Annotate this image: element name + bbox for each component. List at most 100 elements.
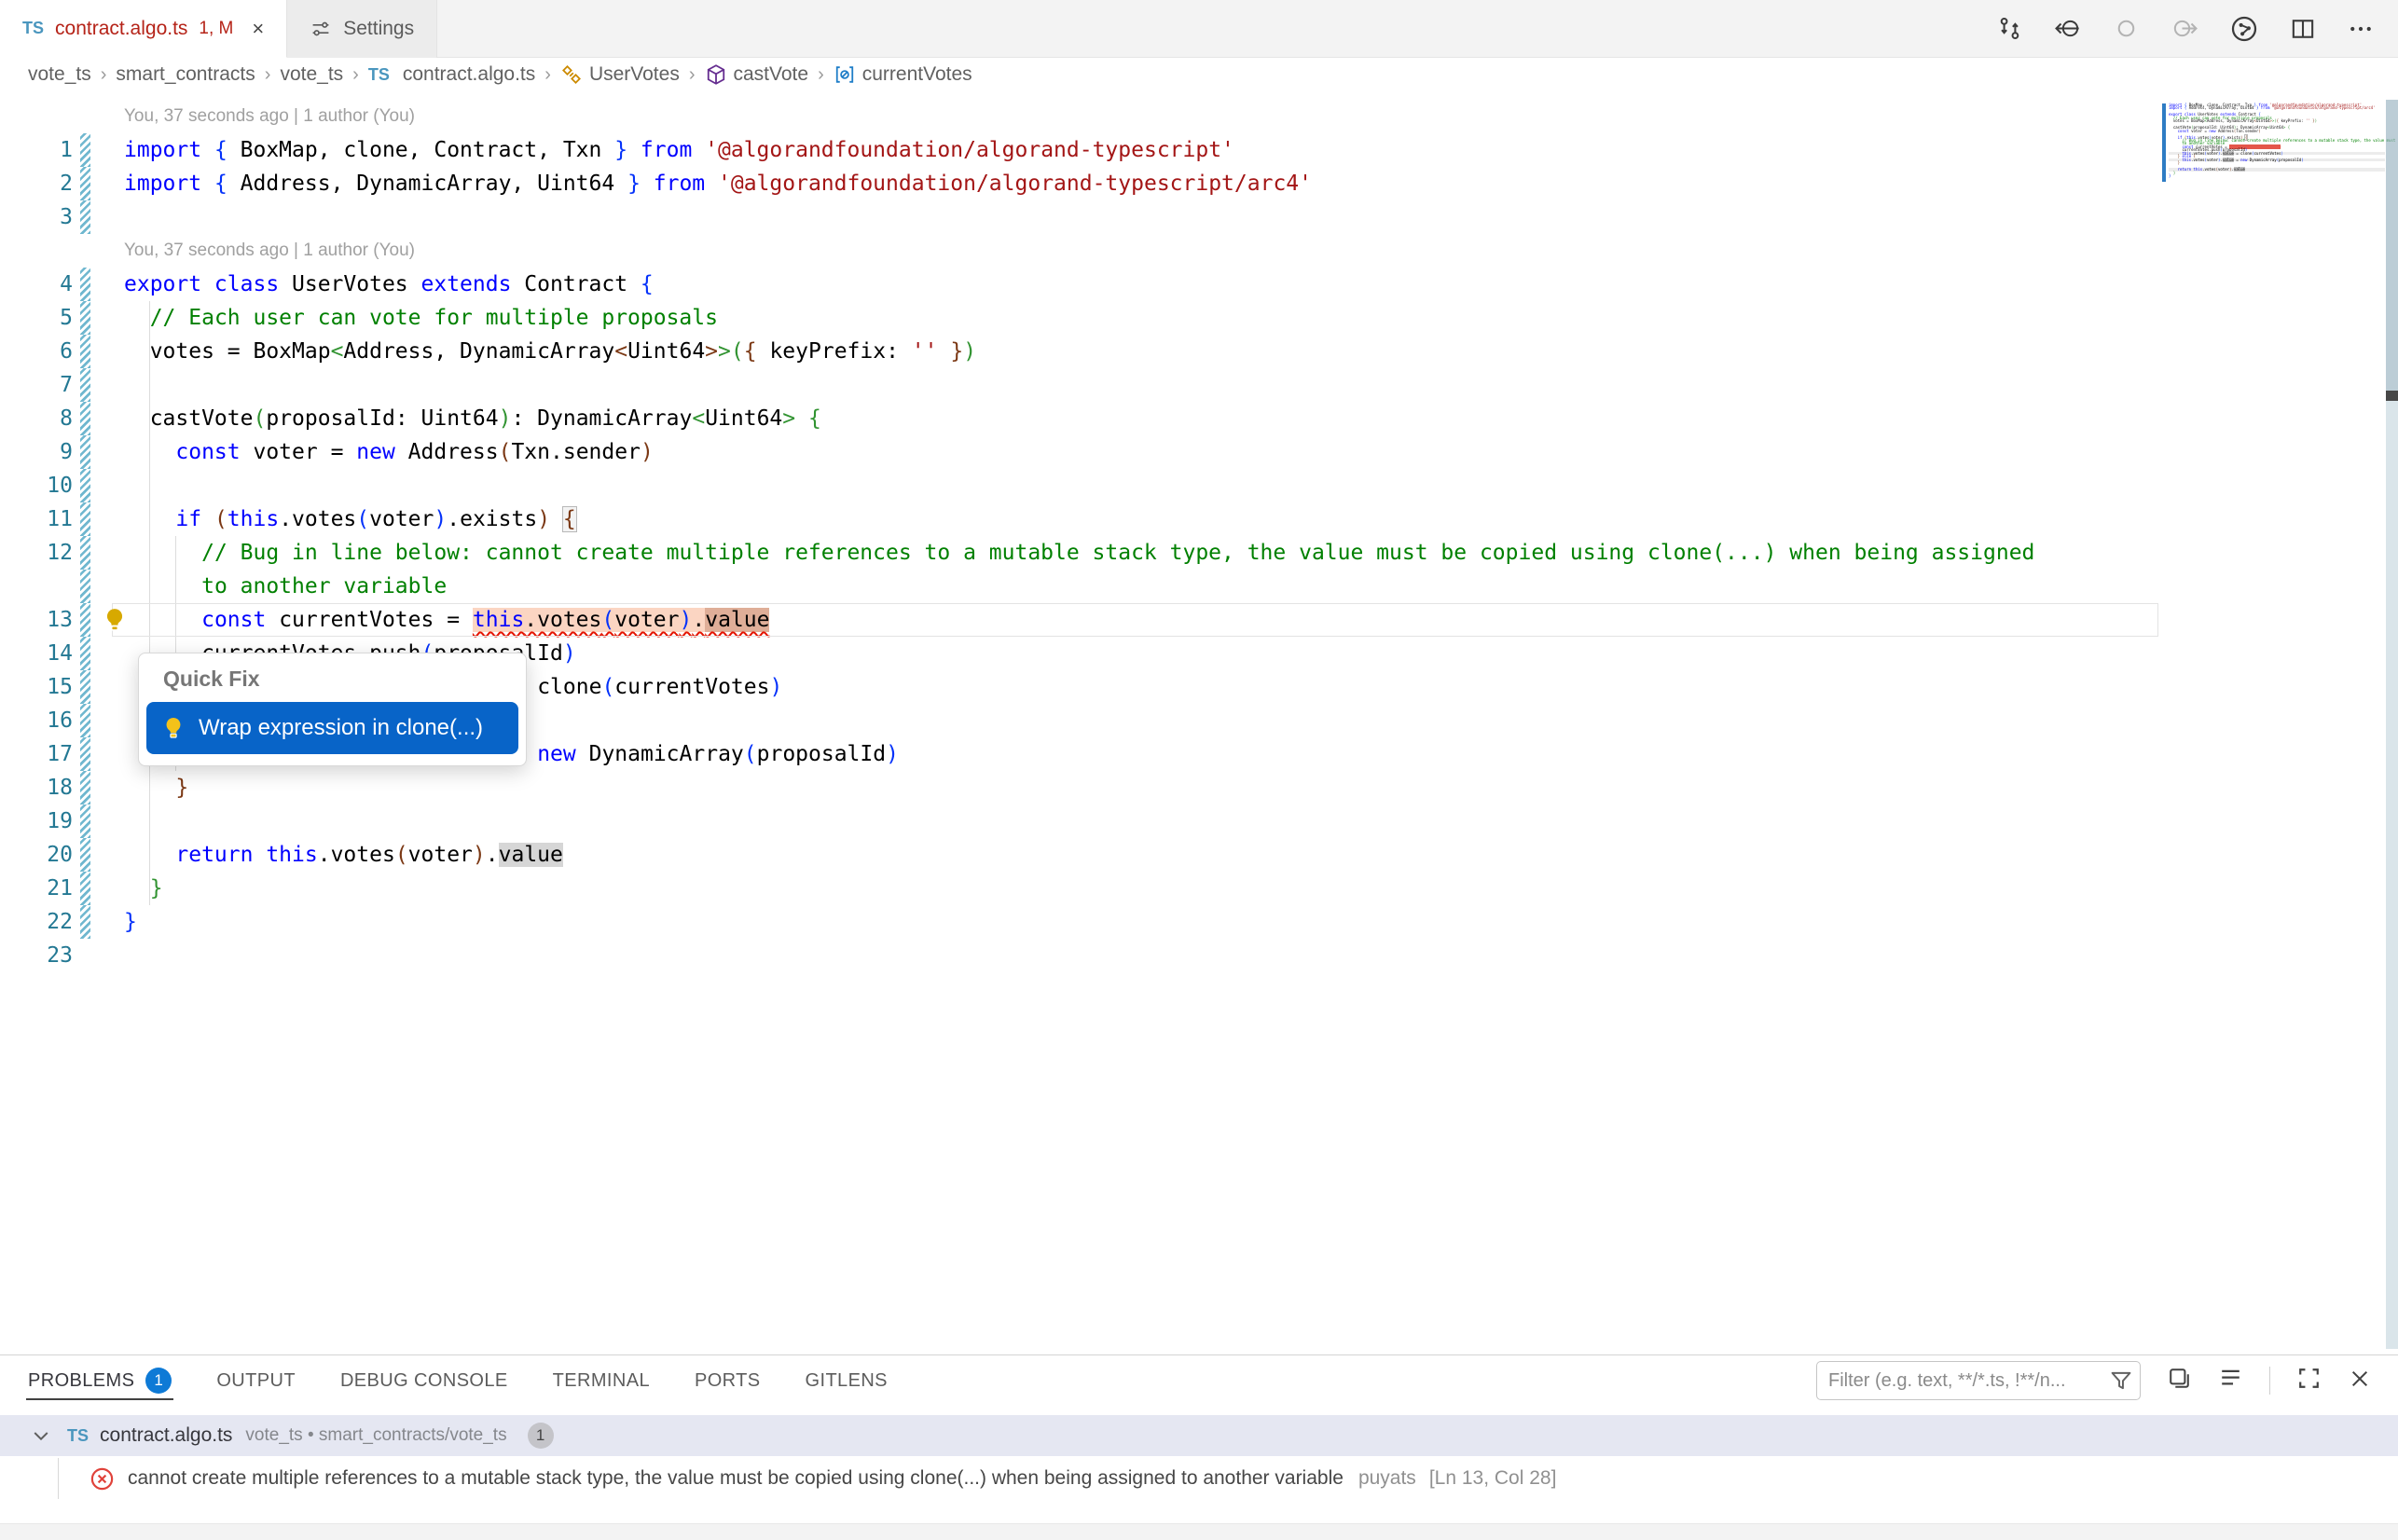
line-number[interactable]: 14 [0,637,73,670]
line-number[interactable]: 7 [0,368,73,402]
line-number[interactable] [0,570,73,603]
code-line[interactable]: votes = BoxMap<Address, DynamicArray<Uin… [124,335,976,368]
line-number[interactable]: 18 [0,771,73,804]
panel-tab-problems[interactable]: PROBLEMS1 [28,1355,172,1406]
code-row[interactable]: 22} [0,905,2160,939]
more-actions-icon[interactable] [2348,16,2374,42]
close-panel-icon[interactable] [2348,1367,2372,1396]
gitlens-blame-row[interactable]: You, 37 seconds ago | 1 author (You) [0,234,2160,268]
code-row[interactable]: 13 const currentVotes = this.votes(voter… [0,603,2160,637]
line-number[interactable]: 2 [0,167,73,200]
line-number[interactable]: 1 [0,133,73,167]
line-number[interactable]: 17 [0,737,73,771]
code-row[interactable]: 8 castVote(proposalId: Uint64): DynamicA… [0,402,2160,435]
code-line[interactable]: } [124,905,137,939]
chevron-down-icon[interactable] [30,1424,52,1447]
collapse-all-icon[interactable] [2218,1366,2243,1396]
code-row[interactable]: 23 [0,939,2160,972]
code-line[interactable]: if (this.votes(voter).exists) { [124,502,576,536]
filter-funnel-icon[interactable] [2109,1368,2133,1397]
code-row[interactable]: 19 [0,804,2160,838]
code-line[interactable]: castVote(proposalId: Uint64): DynamicArr… [124,402,821,435]
quick-fix-action[interactable]: Wrap expression in clone(...) [146,702,518,754]
gitlens-blame-annotation[interactable]: You, 37 seconds ago | 1 author (You) [124,100,415,133]
line-number[interactable]: 16 [0,704,73,737]
breadcrumb-item-contract.algo.ts[interactable]: TScontract.algo.ts [368,63,535,86]
breadcrumb-item-vote_ts[interactable]: vote_ts [280,63,343,86]
code-line[interactable]: export class UserVotes extends Contract … [124,268,654,301]
line-number[interactable]: 6 [0,335,73,368]
code-line[interactable]: const voter = new Address(Txn.sender) [124,435,654,469]
code-line[interactable]: import { Address, DynamicArray, Uint64 }… [124,167,1312,200]
minimap[interactable]: import { BoxMap, clone, Contract, Txn } … [2169,103,2385,181]
line-number[interactable]: 15 [0,670,73,704]
code-line[interactable]: // Bug in line below: cannot create mult… [124,536,2034,570]
line-number[interactable]: 19 [0,804,73,838]
line-number[interactable]: 11 [0,502,73,536]
split-editor-icon[interactable] [2290,16,2316,42]
code-line[interactable]: import { BoxMap, clone, Contract, Txn } … [124,133,1234,167]
code-line[interactable]: to another variable [124,570,447,603]
maximize-panel-icon[interactable] [2296,1366,2322,1396]
line-number[interactable]: 13 [0,603,73,637]
line-number[interactable]: 5 [0,301,73,335]
code-row[interactable]: 3 [0,200,2160,234]
code-row[interactable]: 9 const voter = new Address(Txn.sender) [0,435,2160,469]
navigate-circle-disabled-icon[interactable] [2114,16,2139,41]
line-number[interactable]: 9 [0,435,73,469]
code-row[interactable]: 7 [0,368,2160,402]
gitlens-blame-annotation[interactable]: You, 37 seconds ago | 1 author (You) [124,234,415,268]
breadcrumb-item-UserVotes[interactable]: UserVotes [560,63,680,86]
close-tab-icon[interactable]: × [252,19,264,39]
code-row[interactable]: 20 return this.votes(voter).value [0,838,2160,872]
problems-filter-input[interactable] [1816,1361,2141,1400]
view-as-table-icon[interactable] [2167,1366,2192,1396]
line-number[interactable]: 22 [0,905,73,939]
breadcrumb-item-currentVotes[interactable]: currentVotes [834,63,972,86]
code-row[interactable]: 18 } [0,771,2160,804]
go-back-icon[interactable] [2054,16,2082,41]
line-number[interactable]: 8 [0,402,73,435]
panel-tab-gitlens[interactable]: GITLENS [806,1355,888,1406]
code-row[interactable]: 1 import { BoxMap, clone, Contract, Txn }… [0,133,2160,167]
line-number[interactable]: 23 [0,939,73,972]
panel-tab-ports[interactable]: PORTS [695,1355,761,1406]
code-row[interactable]: 12 // Bug in line below: cannot create m… [0,536,2160,570]
breadcrumb-item-castVote[interactable]: castVote [705,63,809,86]
tab-contract-algo-ts[interactable]: TS contract.algo.ts 1, M × [0,0,287,58]
code-row[interactable]: to another variable [0,570,2160,603]
code-line[interactable]: return this.votes(voter).value [124,838,563,872]
breadcrumb-item-vote_ts[interactable]: vote_ts [28,63,91,86]
go-forward-disabled-icon[interactable] [2171,16,2198,41]
scrollbar[interactable] [2386,100,2398,1349]
line-number[interactable]: 10 [0,469,73,502]
run-or-debug-icon[interactable] [2230,15,2258,43]
line-number[interactable]: 4 [0,268,73,301]
line-number[interactable]: 21 [0,872,73,905]
code-row[interactable]: 6 votes = BoxMap<Address, DynamicArray<U… [0,335,2160,368]
code-row[interactable]: 21 } [0,872,2160,905]
code-line[interactable]: } [124,771,188,804]
code-row[interactable]: 11 if (this.votes(voter).exists) { [0,502,2160,536]
code-row[interactable]: 2 import { Address, DynamicArray, Uint64 … [0,167,2160,200]
code-row[interactable]: 10 [0,469,2160,502]
gitlens-blame-row[interactable]: You, 37 seconds ago | 1 author (You) [0,100,2160,133]
panel-tab-output[interactable]: OUTPUT [216,1355,296,1406]
line-number[interactable]: 12 [0,536,73,570]
lightbulb-icon[interactable] [102,607,128,633]
tab-settings[interactable]: Settings [287,0,437,58]
code-row[interactable]: 4 export class UserVotes extends Contract… [0,268,2160,301]
code-line[interactable]: // Each user can vote for multiple propo… [124,301,718,335]
code-line[interactable]: } [124,872,163,905]
line-number[interactable]: 20 [0,838,73,872]
compare-changes-icon[interactable] [1997,16,2022,41]
problems-error-row[interactable]: cannot create multiple references to a m… [0,1458,2398,1499]
code-line[interactable]: const currentVotes = this.votes(voter).v… [124,603,769,637]
panel-tab-terminal[interactable]: TERMINAL [553,1355,650,1406]
scrollbar-thumb[interactable] [2386,100,2398,391]
problems-file-row[interactable]: TS contract.algo.ts vote_ts • smart_cont… [0,1415,2398,1456]
code-row[interactable]: 5 // Each user can vote for multiple pro… [0,301,2160,335]
line-number[interactable]: 3 [0,200,73,234]
panel-tab-debug-console[interactable]: DEBUG CONSOLE [340,1355,508,1406]
breadcrumb-item-smart_contracts[interactable]: smart_contracts [116,63,255,86]
